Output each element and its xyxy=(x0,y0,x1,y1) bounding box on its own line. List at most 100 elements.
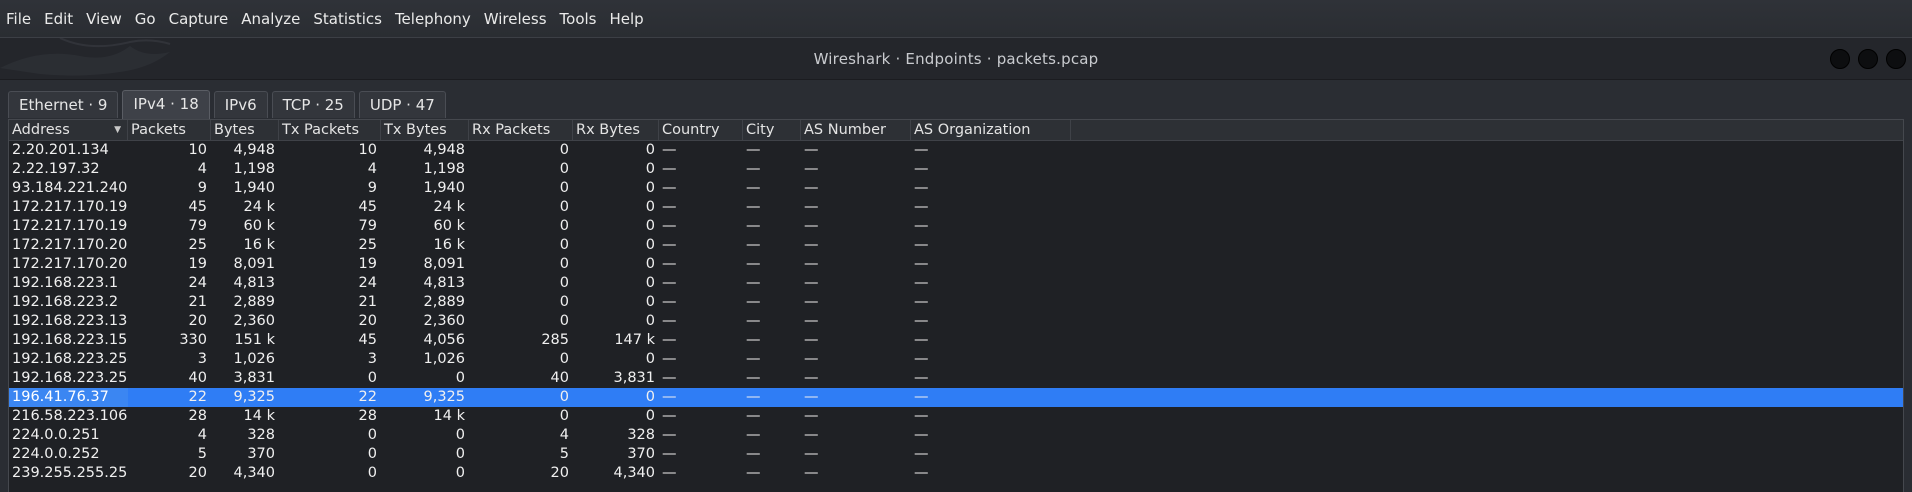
table-row[interactable]: 2.22.197.32 4 1,198 4 1,198 0 0 — — — — xyxy=(9,160,1903,179)
cell-tx-packets: 10 xyxy=(358,142,377,158)
cell-rx-bytes: 0 xyxy=(645,218,655,234)
table-row[interactable]: 224.0.0.252 5 370 0 0 5 370 — — — — xyxy=(9,445,1903,464)
cell-rx-bytes: 0 xyxy=(645,180,655,196)
menu-analyze[interactable]: Analyze xyxy=(241,10,300,28)
menu-help[interactable]: Help xyxy=(609,10,643,28)
cell-as-number: — xyxy=(804,180,819,196)
table-row[interactable]: 93.184.221.240 9 1,940 9 1,940 0 0 — — — — xyxy=(9,179,1903,198)
cell-packets: 5 xyxy=(197,446,207,462)
table-row[interactable]: 192.168.223.254 3 1,026 3 1,026 0 0 — — — — xyxy=(9,350,1903,369)
table-row[interactable]: 172.217.170.205 19 8,091 19 8,091 0 0 — — — — xyxy=(9,255,1903,274)
cell-bytes: 328 xyxy=(247,427,275,443)
cell-as-organization: — xyxy=(914,389,929,405)
cell-packets: 19 xyxy=(188,256,207,272)
window-titlebar[interactable]: Wireshark · Endpoints · packets.pcap xyxy=(0,38,1912,80)
cell-bytes: 9,325 xyxy=(233,389,275,405)
maximize-button[interactable] xyxy=(1858,49,1878,69)
cell-tx-bytes: 24 k xyxy=(433,199,465,215)
menu-wireless[interactable]: Wireless xyxy=(484,10,547,28)
cell-bytes: 8,091 xyxy=(233,256,275,272)
cell-rx-packets: 0 xyxy=(559,237,569,253)
tab-udp[interactable]: UDP · 47 xyxy=(358,91,446,118)
menu-tools[interactable]: Tools xyxy=(560,10,597,28)
cell-tx-bytes: 9,325 xyxy=(423,389,465,405)
cell-bytes: 24 k xyxy=(243,199,275,215)
close-button[interactable] xyxy=(1886,49,1906,69)
cell-address: 2.22.197.32 xyxy=(12,161,100,177)
cell-as-number: — xyxy=(804,427,819,443)
cell-as-organization: — xyxy=(914,370,929,386)
column-header-bytes[interactable]: Bytes xyxy=(211,120,279,141)
cell-rx-bytes: 0 xyxy=(645,256,655,272)
tab-ipv4[interactable]: IPv4 · 18 xyxy=(122,90,210,119)
menu-go[interactable]: Go xyxy=(135,10,156,28)
menu-bar: File Edit View Go Capture Analyze Statis… xyxy=(0,0,1912,38)
table-row[interactable]: 172.217.170.195 45 24 k 45 24 k 0 0 — — — — xyxy=(9,198,1903,217)
column-header-as-number[interactable]: AS Number xyxy=(801,120,911,141)
cell-as-number: — xyxy=(804,199,819,215)
cell-as-number: — xyxy=(804,237,819,253)
table-row[interactable]: 172.217.170.202 25 16 k 25 16 k 0 0 — — — — xyxy=(9,236,1903,255)
table-row[interactable]: 192.168.223.255 40 3,831 0 0 40 3,831 — — — — xyxy=(9,369,1903,388)
cell-address: 239.255.255.250 xyxy=(12,465,128,481)
menu-statistics[interactable]: Statistics xyxy=(313,10,382,28)
cell-as-number: — xyxy=(804,408,819,424)
menu-telephony[interactable]: Telephony xyxy=(395,10,471,28)
tab-tcp[interactable]: TCP · 25 xyxy=(271,91,355,118)
cell-rx-packets: 0 xyxy=(559,161,569,177)
column-header-rx-bytes[interactable]: Rx Bytes xyxy=(573,120,659,141)
column-header-packets[interactable]: Packets xyxy=(128,120,211,141)
cell-bytes: 4,340 xyxy=(233,465,275,481)
cell-city: — xyxy=(746,465,761,481)
cell-bytes: 4,948 xyxy=(233,142,275,158)
column-header-city[interactable]: City xyxy=(743,120,801,141)
cell-city: — xyxy=(746,161,761,177)
column-header-country[interactable]: Country xyxy=(659,120,743,141)
table-row[interactable]: 196.41.76.37 22 9,325 22 9,325 0 0 — — — — xyxy=(9,388,1903,407)
cell-country: — xyxy=(662,389,677,405)
cell-rx-packets: 5 xyxy=(559,446,569,462)
column-header-tx-packets[interactable]: Tx Packets xyxy=(279,120,381,141)
cell-as-organization: — xyxy=(914,218,929,234)
cell-packets: 25 xyxy=(188,237,207,253)
tab-ipv6[interactable]: IPv6 xyxy=(213,91,268,118)
table-row[interactable]: 192.168.223.2 21 2,889 21 2,889 0 0 — — — — xyxy=(9,293,1903,312)
cell-tx-bytes: 14 k xyxy=(433,408,465,424)
menu-view[interactable]: View xyxy=(86,10,122,28)
table-row[interactable]: 192.168.223.1 24 4,813 24 4,813 0 0 — — — — xyxy=(9,274,1903,293)
cell-city: — xyxy=(746,180,761,196)
cell-rx-packets: 0 xyxy=(559,256,569,272)
table-row[interactable]: 239.255.255.250 20 4,340 0 0 20 4,340 — — — — xyxy=(9,464,1903,483)
cell-tx-packets: 20 xyxy=(358,313,377,329)
table-row[interactable]: 192.168.223.132 20 2,360 20 2,360 0 0 — — — — xyxy=(9,312,1903,331)
cell-tx-bytes: 0 xyxy=(455,370,465,386)
cell-bytes: 1,026 xyxy=(233,351,275,367)
cell-address: 192.168.223.254 xyxy=(12,351,128,367)
cell-tx-bytes: 4,948 xyxy=(423,142,465,158)
menu-capture[interactable]: Capture xyxy=(169,10,229,28)
table-row[interactable]: 216.58.223.106 28 14 k 28 14 k 0 0 — — — — xyxy=(9,407,1903,426)
cell-as-number: — xyxy=(804,332,819,348)
cell-address: 2.20.201.134 xyxy=(12,142,109,158)
menu-file[interactable]: File xyxy=(6,10,31,28)
minimize-button[interactable] xyxy=(1830,49,1850,69)
menu-edit[interactable]: Edit xyxy=(44,10,73,28)
column-header-address[interactable]: Address ▼ xyxy=(9,120,128,141)
cell-as-organization: — xyxy=(914,237,929,253)
table-row[interactable]: 2.20.201.134 10 4,948 10 4,948 0 0 — — — — xyxy=(9,141,1903,160)
cell-tx-packets: 28 xyxy=(358,408,377,424)
cell-as-number: — xyxy=(804,446,819,462)
tab-ethernet[interactable]: Ethernet · 9 xyxy=(8,91,119,118)
table-row[interactable]: 172.217.170.196 79 60 k 79 60 k 0 0 — — — — xyxy=(9,217,1903,236)
column-header-tx-bytes[interactable]: Tx Bytes xyxy=(381,120,469,141)
cell-packets: 24 xyxy=(188,275,207,291)
cell-as-organization: — xyxy=(914,313,929,329)
column-header-rx-packets[interactable]: Rx Packets xyxy=(469,120,573,141)
cell-as-organization: — xyxy=(914,294,929,310)
table-row[interactable]: 224.0.0.251 4 328 0 0 4 328 — — — — xyxy=(9,426,1903,445)
table-row[interactable]: 192.168.223.156 330 151 k 45 4,056 285 147 k — —… xyxy=(9,331,1903,350)
column-header-as-organization[interactable]: AS Organization xyxy=(911,120,1071,141)
cell-packets: 9 xyxy=(197,180,207,196)
endpoints-table[interactable]: Address ▼ Packets Bytes Tx Packets Tx By… xyxy=(8,119,1904,492)
cell-tx-bytes: 1,026 xyxy=(423,351,465,367)
